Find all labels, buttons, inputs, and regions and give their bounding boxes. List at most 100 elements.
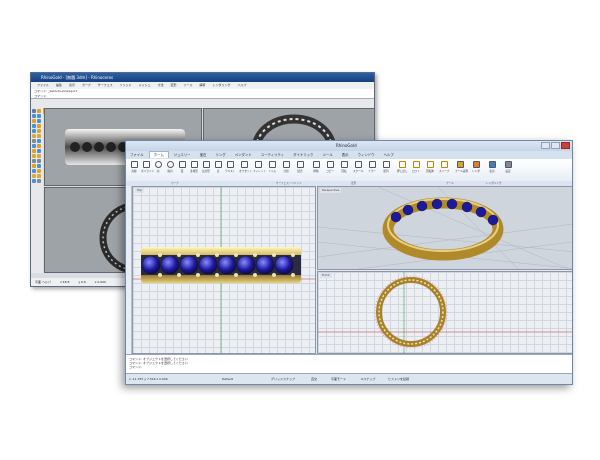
rectangle-button[interactable]: 長方形 [201, 161, 211, 173]
scale-button[interactable]: スケール [353, 161, 363, 173]
extrude-button[interactable]: 押し出し [397, 161, 407, 173]
copy-button[interactable]: コピー [325, 161, 335, 173]
polyline-button[interactable]: ポリライン [141, 161, 154, 173]
split-icon[interactable] [32, 159, 36, 163]
boolean-icon[interactable] [32, 169, 36, 173]
mirror-icon [368, 161, 376, 168]
front-window: RhinoGold ファイル ホーム ジュエリー 宝石 リング ペンダント ユー… [125, 140, 573, 385]
select-icon[interactable] [32, 109, 36, 113]
trim-button[interactable]: トリム [267, 161, 277, 173]
array-icon[interactable] [32, 154, 36, 158]
back-menu-solid[interactable]: ソリッド [120, 83, 132, 87]
move-button[interactable]: 移動 [311, 161, 321, 173]
line-icon[interactable] [32, 114, 36, 118]
back-menu-mesh[interactable]: メッシュ [139, 83, 151, 87]
tab-view[interactable]: 表示 [338, 151, 353, 159]
scale-icon[interactable] [32, 149, 36, 153]
ellipse-icon[interactable] [37, 124, 41, 128]
tab-file[interactable]: ファイル [126, 151, 148, 159]
array-button[interactable]: 配列 [381, 161, 391, 173]
line-icon [130, 161, 138, 168]
mirror-icon[interactable] [37, 149, 41, 153]
curve-icon[interactable] [32, 119, 36, 123]
close-button[interactable] [561, 142, 570, 149]
point-button[interactable]: 点 [213, 161, 223, 173]
rotate-button[interactable]: 回転 [339, 161, 349, 173]
back-menu-dimension[interactable]: 寸法 [158, 83, 164, 87]
tab-dynamic[interactable]: ダイナミック [289, 151, 317, 159]
surface-icon[interactable] [32, 134, 36, 138]
tab-tools[interactable]: ツール [319, 151, 337, 159]
split-button[interactable]: 分割 [281, 161, 291, 173]
copy-tool-icon[interactable] [32, 144, 36, 148]
arc-button[interactable]: 弧 [177, 161, 187, 173]
back-menu-edit[interactable]: 編集 [56, 83, 62, 87]
loft-icon[interactable] [32, 174, 36, 178]
tab-home[interactable]: ホーム [148, 151, 169, 158]
status-planar[interactable]: 平面モード [331, 374, 346, 384]
fillet-icon[interactable] [32, 164, 36, 168]
viewport-perspective[interactable]: Perspective [317, 186, 572, 270]
back-menu-analyze[interactable]: 解析 [199, 83, 205, 87]
dimension-icon[interactable] [32, 179, 36, 183]
status-history[interactable]: ヒストリを記録 [388, 374, 409, 384]
minimize-button[interactable] [541, 142, 550, 149]
status-ortho[interactable]: 直交 [311, 374, 317, 384]
polygon-icon[interactable] [37, 129, 41, 133]
back-menu-surface[interactable]: サーフェス [98, 83, 113, 87]
polyline-icon[interactable] [37, 114, 41, 118]
text-icon[interactable] [37, 179, 41, 183]
back-menu-render[interactable]: レンダリング [212, 83, 230, 87]
join-button[interactable]: 結合 [295, 161, 305, 173]
sweep-icon[interactable] [37, 174, 41, 178]
back-menu-tools[interactable]: ツール [183, 83, 192, 87]
tab-gems[interactable]: 宝石 [196, 151, 211, 159]
render-button[interactable]: レンダ [471, 161, 481, 173]
offset-button[interactable]: オフセット [239, 161, 252, 173]
tab-ring[interactable]: リング [211, 151, 229, 159]
sweep-button[interactable]: スイープ [439, 161, 449, 173]
rotate-icon[interactable] [37, 144, 41, 148]
back-menu-curve[interactable]: カーブ [82, 83, 91, 87]
tab-utility[interactable]: ユーティリティ [257, 151, 288, 159]
back-menu-help[interactable]: ヘルプ [237, 83, 246, 87]
point-icon[interactable] [37, 109, 41, 113]
viewport-front[interactable]: Front [317, 271, 572, 354]
revolve-button[interactable]: 回転体 [425, 161, 435, 173]
back-menu-transform[interactable]: 変形 [171, 83, 177, 87]
mesh-icon[interactable] [32, 139, 36, 143]
circle-icon[interactable] [37, 119, 41, 123]
offset-icon[interactable] [37, 164, 41, 168]
rectangle-icon[interactable] [32, 129, 36, 133]
text-button[interactable]: テキスト [225, 161, 235, 173]
fillet-button[interactable]: フィレット [253, 161, 266, 173]
status-layer[interactable]: Default [222, 374, 233, 384]
boolean-button[interactable]: ブール演算 [455, 161, 468, 173]
loft-button[interactable]: ロフト [411, 161, 421, 173]
copy-icon [326, 161, 334, 168]
extrude-icon[interactable] [37, 169, 41, 173]
tab-jewelry[interactable]: ジュエリー [170, 151, 195, 159]
display-button[interactable]: 表示 [487, 161, 497, 173]
tab-window[interactable]: ウィンドウ [354, 151, 379, 159]
trim-icon[interactable] [37, 154, 41, 158]
polygon-button[interactable]: 多角形 [189, 161, 199, 173]
arc-icon[interactable] [32, 124, 36, 128]
line-button[interactable]: 直線 [129, 161, 139, 173]
move-icon[interactable] [37, 139, 41, 143]
settings-button[interactable]: 設定 [503, 161, 513, 173]
status-osnap[interactable]: Oスナップ [361, 374, 375, 384]
back-command-area[interactable]: コマンド: _SetActiveViewport コマンド: [31, 89, 374, 99]
back-menu-file[interactable]: ファイル [37, 83, 49, 87]
tab-help[interactable]: ヘルプ [380, 151, 398, 159]
tab-pendant[interactable]: ペンダント [231, 151, 256, 159]
ellipse-button[interactable]: 楕円 [165, 161, 175, 173]
mirror-button[interactable]: ミラー [367, 161, 377, 173]
viewport-top[interactable]: Top [132, 186, 316, 354]
solid-icon[interactable] [37, 134, 41, 138]
maximize-button[interactable] [551, 142, 560, 149]
join-icon[interactable] [37, 159, 41, 163]
back-menu-view[interactable]: 表示 [69, 83, 75, 87]
status-grid-snap[interactable]: グリッドスナップ [271, 374, 295, 384]
circle-button[interactable]: 円 [153, 161, 163, 173]
